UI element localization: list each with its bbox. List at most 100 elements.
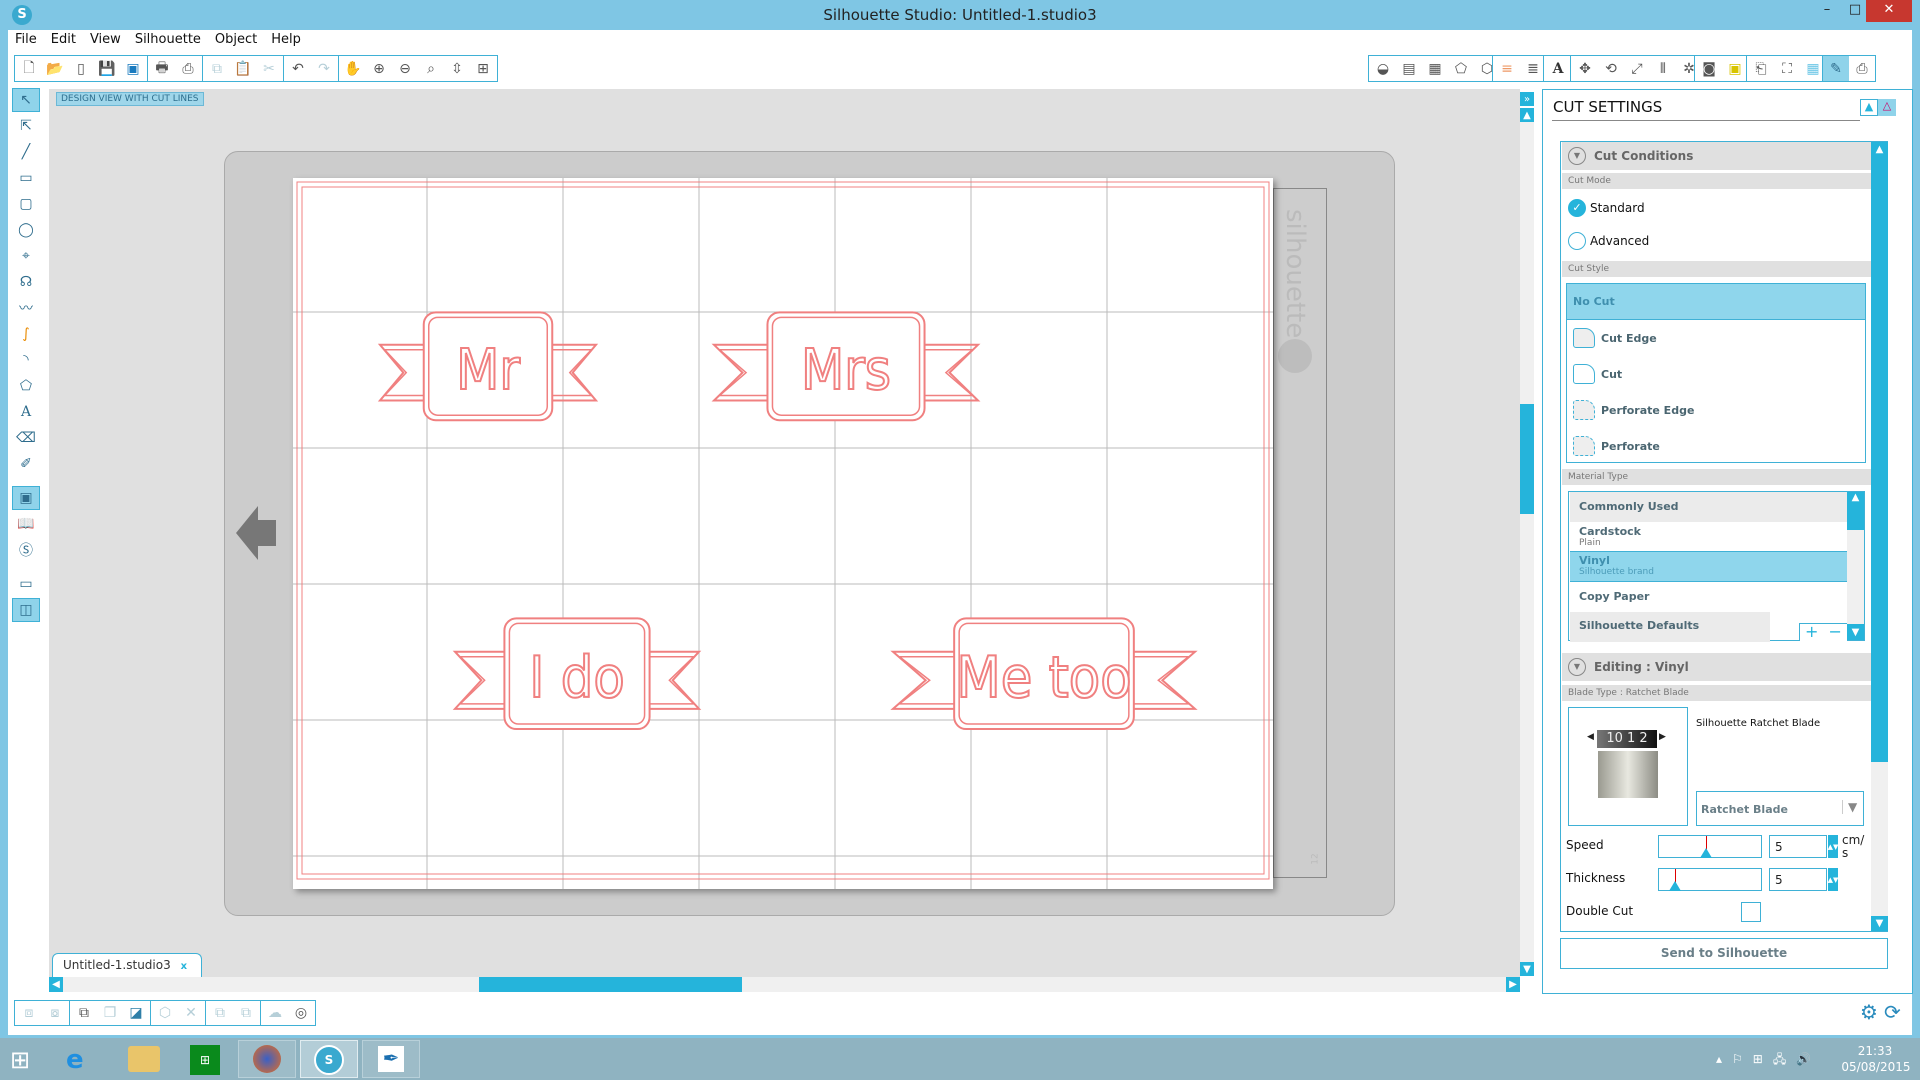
weld-icon[interactable]: ◪ <box>126 1003 146 1023</box>
cut-style-cut-edge[interactable]: Cut Edge <box>1567 320 1865 356</box>
bring-forward-icon[interactable]: ⧉ <box>210 1003 230 1023</box>
text-tool-icon[interactable]: A <box>12 400 40 424</box>
release-compound-icon[interactable]: ❐ <box>100 1003 120 1023</box>
offset-icon[interactable]: ▣ <box>1725 59 1745 79</box>
vertical-scroll-thumb[interactable] <box>1520 404 1534 514</box>
menu-object[interactable]: Object <box>208 30 264 50</box>
menu-silhouette[interactable]: Silhouette <box>128 30 208 50</box>
menu-view[interactable]: View <box>83 30 128 50</box>
store-icon[interactable]: ⊞ <box>190 1045 220 1075</box>
double-cut-checkbox[interactable] <box>1741 902 1761 922</box>
refresh-icon[interactable]: ⟳ <box>1884 1000 1901 1024</box>
material-vinyl[interactable]: Vinyl Silhouette brand <box>1570 552 1847 582</box>
ungroup-icon[interactable]: ⧇ <box>45 1003 65 1023</box>
point-edit-tool-icon[interactable]: ⇱ <box>12 114 40 138</box>
horizontal-scroll-thumb[interactable] <box>479 977 742 992</box>
save-icon[interactable]: 💾 <box>97 59 117 79</box>
copy-icon[interactable]: ⧉ <box>207 59 227 79</box>
speed-slider[interactable] <box>1658 835 1762 858</box>
document-tab[interactable]: Untitled-1.studio3 x <box>52 953 203 977</box>
line-color-lines-icon[interactable]: ≡ <box>1497 59 1517 79</box>
material-cardstock[interactable]: Cardstock Plain <box>1570 522 1847 552</box>
knife-tool-icon[interactable]: ✐ <box>12 452 40 476</box>
cut-style-perforate[interactable]: Perforate <box>1567 428 1865 464</box>
remove-material-button[interactable]: − <box>1829 624 1842 641</box>
speed-spinner[interactable]: ▲▼ <box>1828 835 1838 858</box>
panel-scroll-thumb[interactable]: ▲ <box>1871 142 1888 762</box>
split-view-icon[interactable]: ◫ <box>12 598 40 622</box>
offset-circle-icon[interactable]: ◎ <box>291 1003 311 1023</box>
send-to-silhouette-icon[interactable]: ⎙ <box>1849 59 1875 79</box>
rounded-rectangle-tool-icon[interactable]: ▢ <box>12 192 40 216</box>
text-style-icon[interactable]: A <box>1548 59 1568 79</box>
fill-pattern-icon[interactable]: ▦ <box>1425 59 1445 79</box>
speed-slider-handle[interactable] <box>1700 848 1712 858</box>
print-icon[interactable]: 🖶 <box>152 59 172 79</box>
cut-style-no-cut[interactable]: No Cut <box>1567 284 1865 320</box>
group-icon[interactable]: ⧈ <box>19 1003 39 1023</box>
scroll-left-button[interactable]: ◀ <box>49 977 63 992</box>
scroll-up-button[interactable]: ▲ <box>1520 108 1534 122</box>
thickness-slider-handle[interactable] <box>1669 881 1681 891</box>
move-icon[interactable]: ✥ <box>1575 59 1595 79</box>
menu-edit[interactable]: Edit <box>44 30 83 50</box>
speed-input[interactable]: 5 <box>1769 835 1827 858</box>
design-page-icon[interactable]: ▣ <box>12 486 40 510</box>
vertical-scrollbar[interactable]: » ▲ ▼ <box>1520 92 1534 976</box>
line-color-icon[interactable]: ⬠ <box>1451 59 1471 79</box>
rectangle-tool-icon[interactable]: ▭ <box>12 166 40 190</box>
thickness-input[interactable]: 5 <box>1769 868 1827 891</box>
subtract-icon[interactable]: ⬡ <box>155 1003 175 1023</box>
thickness-slider[interactable] <box>1658 868 1762 891</box>
cut-style-cut[interactable]: Cut <box>1567 356 1865 392</box>
taskbar-silhouette[interactable]: S <box>300 1040 358 1078</box>
menu-file[interactable]: File <box>8 30 44 50</box>
smooth-freehand-tool-icon[interactable]: ∫ <box>12 322 40 346</box>
fit-to-page-icon[interactable]: ⊞ <box>473 59 493 79</box>
add-material-button[interactable]: + <box>1805 624 1818 641</box>
delete-icon[interactable]: ✕ <box>181 1003 201 1023</box>
dial-left-arrow-icon[interactable]: ◀ <box>1587 732 1594 742</box>
collapse-up-icon[interactable]: ▲ <box>1860 99 1878 116</box>
scroll-down-button[interactable]: ▼ <box>1520 962 1534 976</box>
undo-icon[interactable]: ↶ <box>288 59 308 79</box>
chevron-down-icon[interactable]: ▼ <box>1842 800 1857 814</box>
cut-icon[interactable]: ✂ <box>259 59 279 79</box>
horizontal-scrollbar[interactable]: ◀ ▶ <box>49 977 1520 992</box>
advanced-radio[interactable] <box>1568 232 1586 250</box>
cut-conditions-header[interactable]: ▼ Cut Conditions <box>1562 142 1871 170</box>
line-style-lines-icon[interactable]: ≣ <box>1523 59 1543 79</box>
internet-explorer-icon[interactable]: e <box>66 1045 84 1075</box>
scroll-right-button[interactable]: ▶ <box>1506 977 1520 992</box>
file-explorer-icon[interactable] <box>128 1046 160 1072</box>
shape-icon[interactable]: ☁ <box>265 1003 285 1023</box>
rotate-icon[interactable]: ⟲ <box>1601 59 1621 79</box>
blade-select[interactable]: Ratchet Blade ▼ <box>1696 791 1864 826</box>
library-view-icon[interactable]: 📖 <box>12 512 40 536</box>
paste-icon[interactable]: 📋 <box>233 59 253 79</box>
modify-icon[interactable]: ◙ <box>1699 59 1719 79</box>
polygon-tool-icon[interactable]: ⌖ <box>12 244 40 268</box>
arc-tool-icon[interactable]: ◝ <box>12 348 40 372</box>
freehand-tool-icon[interactable]: 〰 <box>12 296 40 320</box>
save-to-library-icon[interactable]: ▣ <box>123 59 143 79</box>
zoom-in-icon[interactable]: ⊕ <box>369 59 389 79</box>
collapse-panel-button[interactable]: » <box>1520 92 1534 106</box>
align-icon[interactable]: ⫴ <box>1653 59 1673 79</box>
blade-dial[interactable]: 10 1 2 <box>1597 730 1657 748</box>
panel-scroll-down[interactable]: ▼ <box>1871 916 1888 931</box>
taskbar-firefox[interactable] <box>238 1040 296 1078</box>
ellipse-tool-icon[interactable]: ◯ <box>12 218 40 242</box>
material-copy-paper[interactable]: Copy Paper <box>1570 582 1847 612</box>
close-tab-icon[interactable]: x <box>181 961 187 972</box>
open-file-icon[interactable]: 📂 <box>45 59 65 79</box>
make-compound-icon[interactable]: ⧉ <box>74 1003 94 1023</box>
cut-settings-icon[interactable]: ✎ <box>1823 56 1849 81</box>
taskbar-feather-app[interactable]: ✒ <box>362 1040 420 1078</box>
gear-icon[interactable]: ⚙ <box>1860 1000 1878 1024</box>
grid-icon[interactable]: ▦ <box>1803 59 1823 79</box>
material-group-commonly-used[interactable]: Commonly Used <box>1570 492 1847 522</box>
online-store-icon[interactable]: Ⓢ <box>12 538 40 562</box>
zoom-select-icon[interactable]: ⌕ <box>421 59 441 79</box>
fill-color-icon[interactable]: ◒ <box>1373 59 1393 79</box>
